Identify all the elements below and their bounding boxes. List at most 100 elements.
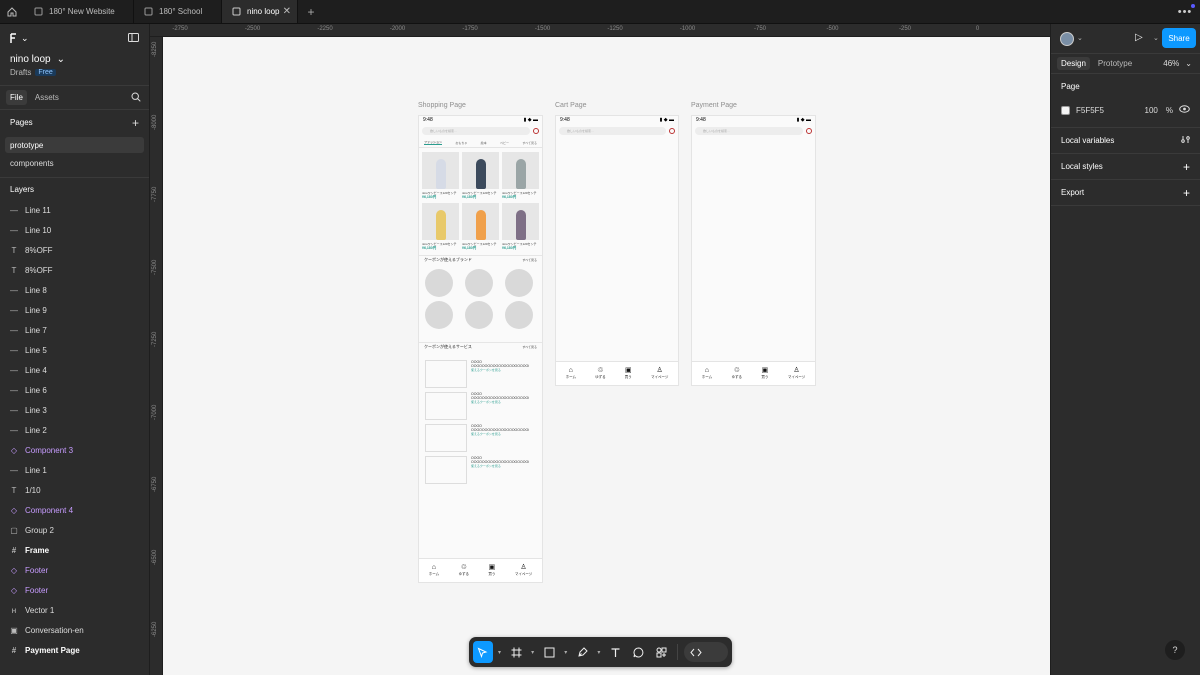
layer-item[interactable]: — Line 8 bbox=[0, 280, 149, 300]
chevron-down-icon[interactable]: ▾ bbox=[595, 649, 602, 656]
frame-icon: # bbox=[11, 645, 17, 655]
layer-item[interactable]: T 8%OFF bbox=[0, 240, 149, 260]
plus-icon[interactable]: + bbox=[1183, 186, 1190, 200]
page-item-prototype[interactable]: prototype bbox=[5, 137, 144, 153]
layer-item[interactable]: — Line 3 bbox=[0, 400, 149, 420]
layer-item[interactable]: ◇ Component 4 bbox=[0, 500, 149, 520]
shape-tool[interactable] bbox=[539, 641, 559, 663]
layer-item[interactable]: # Payment Page bbox=[0, 640, 149, 660]
layer-item[interactable]: ◇ Footer bbox=[0, 560, 149, 580]
layer-name: 8%OFF bbox=[25, 265, 53, 275]
product-price: ¥6,180円 bbox=[422, 246, 437, 250]
variables-icon[interactable] bbox=[1181, 135, 1190, 146]
page-color-hex[interactable]: F5F5F5 bbox=[1076, 106, 1104, 115]
zoom-control[interactable]: 46% ⌄ bbox=[1163, 59, 1192, 68]
frame-tool[interactable] bbox=[506, 641, 526, 663]
share-button[interactable]: Share bbox=[1162, 28, 1196, 48]
layers-heading: Layers bbox=[10, 184, 35, 194]
pen-tool[interactable] bbox=[572, 641, 592, 663]
layer-item[interactable]: ▢ Group 2 bbox=[0, 520, 149, 540]
frame-label-shopping[interactable]: Shopping Page bbox=[418, 102, 466, 109]
avatar[interactable] bbox=[1060, 32, 1074, 46]
brand-section-title: クーポンが使えるブランド bbox=[424, 257, 472, 262]
category-tab: おもちゃ bbox=[455, 140, 468, 145]
layer-item[interactable]: ◇ Footer bbox=[0, 580, 149, 600]
layer-item[interactable]: # Frame bbox=[0, 540, 149, 560]
comment-tool[interactable] bbox=[628, 641, 648, 663]
tab-180-school[interactable]: 180° School bbox=[134, 0, 222, 23]
layer-item[interactable]: ▣ Conversation-en bbox=[0, 620, 149, 640]
layer-item[interactable]: — Line 2 bbox=[0, 420, 149, 440]
local-variables-row: Local variables bbox=[1061, 128, 1190, 153]
tab-design[interactable]: Design bbox=[1057, 57, 1090, 70]
chevron-down-icon[interactable]: ▾ bbox=[562, 649, 569, 656]
chevron-down-icon[interactable]: ⌄ bbox=[1077, 34, 1083, 42]
line-icon: — bbox=[10, 225, 18, 235]
bag-icon: ▣ bbox=[624, 367, 632, 374]
page-heading: Page bbox=[1061, 74, 1190, 99]
chevron-down-icon[interactable]: ⌄ bbox=[1153, 34, 1159, 42]
color-swatch[interactable] bbox=[1061, 105, 1070, 115]
plan-badge[interactable]: Free bbox=[35, 69, 56, 76]
brand-placeholder bbox=[465, 301, 493, 329]
new-tab-button[interactable]: + bbox=[298, 0, 324, 23]
plus-icon[interactable]: + bbox=[1183, 160, 1190, 174]
chevron-down-icon[interactable]: ▾ bbox=[529, 649, 536, 656]
nav-buy: ▣ 買う bbox=[761, 367, 768, 380]
move-tool[interactable] bbox=[473, 641, 493, 663]
layer-item[interactable]: — Line 7 bbox=[0, 320, 149, 340]
chevron-down-icon[interactable]: ▾ bbox=[496, 649, 503, 656]
tab-nino-loop[interactable]: nino loop ✕ bbox=[222, 0, 298, 23]
line-icon: — bbox=[10, 285, 18, 295]
local-styles-section[interactable]: Local styles + bbox=[1051, 154, 1200, 180]
layer-item[interactable]: — Line 10 bbox=[0, 220, 149, 240]
pen-icon bbox=[578, 646, 588, 657]
layer-item[interactable]: T 8%OFF bbox=[0, 260, 149, 280]
file-name-button[interactable]: nino loop ⌄ bbox=[10, 54, 65, 65]
layer-item[interactable]: ◇ Component 3 bbox=[0, 440, 149, 460]
layer-item[interactable]: — Line 1 bbox=[0, 460, 149, 480]
layer-item[interactable]: — Line 11 bbox=[0, 200, 149, 220]
main-menu-button[interactable]: ⌄ bbox=[10, 33, 29, 44]
tab-prototype[interactable]: Prototype bbox=[1094, 57, 1136, 70]
product-image bbox=[502, 152, 539, 189]
help-button[interactable]: ? bbox=[1165, 640, 1185, 660]
eye-icon[interactable] bbox=[1179, 105, 1190, 115]
cart-page-frame[interactable]: 9:48 ▮ ◆ ▬ 欲しいものを検索… ⌂ ホーム ♲ ゆずる ▣ 買う ♙ マイペー… bbox=[555, 115, 679, 386]
layer-item[interactable]: — Line 5 bbox=[0, 340, 149, 360]
payment-page-frame[interactable]: 9:48 ▮ ◆ ▬ 欲しいものを検索… ⌂ ホーム ♲ ゆずる ▣ 買う ♙ マイペー… bbox=[691, 115, 816, 386]
search-icon[interactable] bbox=[131, 92, 141, 104]
more-menu-button[interactable]: ••• bbox=[1170, 0, 1200, 23]
image-icon: ▣ bbox=[10, 625, 18, 635]
canvas[interactable]: Shopping Page Cart Page Payment Page 9:4… bbox=[163, 37, 1050, 675]
nav-buy: ▣ 買う bbox=[488, 564, 495, 577]
page-item-components[interactable]: components bbox=[5, 155, 144, 171]
actions-tool[interactable] bbox=[651, 641, 671, 663]
frame-label-payment[interactable]: Payment Page bbox=[691, 102, 737, 109]
export-section[interactable]: Export + bbox=[1051, 180, 1200, 206]
layer-item[interactable]: — Line 6 bbox=[0, 380, 149, 400]
see-all-link: すべて見る bbox=[522, 258, 537, 262]
text-tool[interactable] bbox=[606, 641, 626, 663]
tab-file[interactable]: File bbox=[6, 90, 27, 105]
add-page-icon[interactable]: + bbox=[132, 116, 139, 130]
present-play-icon[interactable]: ▷ bbox=[1135, 32, 1143, 43]
layer-item[interactable]: — Line 9 bbox=[0, 300, 149, 320]
tab-180-new-website[interactable]: 180° New Website bbox=[24, 0, 134, 23]
local-variables-section[interactable]: Local variables bbox=[1051, 128, 1200, 154]
frame-label-cart[interactable]: Cart Page bbox=[555, 102, 587, 109]
shopping-page-frame[interactable]: 9:48 ▮ ◆ ▬ 欲しいものを検索… ファッション おもちゃ 絵本 ベビー … bbox=[418, 115, 543, 583]
tab-assets[interactable]: Assets bbox=[31, 90, 63, 105]
sidebar-toggle-button[interactable] bbox=[128, 33, 139, 44]
layer-item[interactable]: T 1/10 bbox=[0, 480, 149, 500]
child-model-figure bbox=[435, 210, 446, 240]
line-icon: — bbox=[10, 405, 18, 415]
frame-icon: # bbox=[11, 545, 17, 555]
opacity-field[interactable]: 100 % bbox=[1145, 106, 1173, 115]
layer-item[interactable]: ʜ Vector 1 bbox=[0, 600, 149, 620]
close-tab-icon[interactable]: ✕ bbox=[283, 6, 291, 17]
file-header: ⌄ nino loop ⌄ Drafts Free bbox=[0, 24, 149, 86]
home-button[interactable] bbox=[0, 0, 24, 23]
layer-item[interactable]: — Line 4 bbox=[0, 360, 149, 380]
dev-mode-toggle[interactable] bbox=[684, 642, 729, 662]
